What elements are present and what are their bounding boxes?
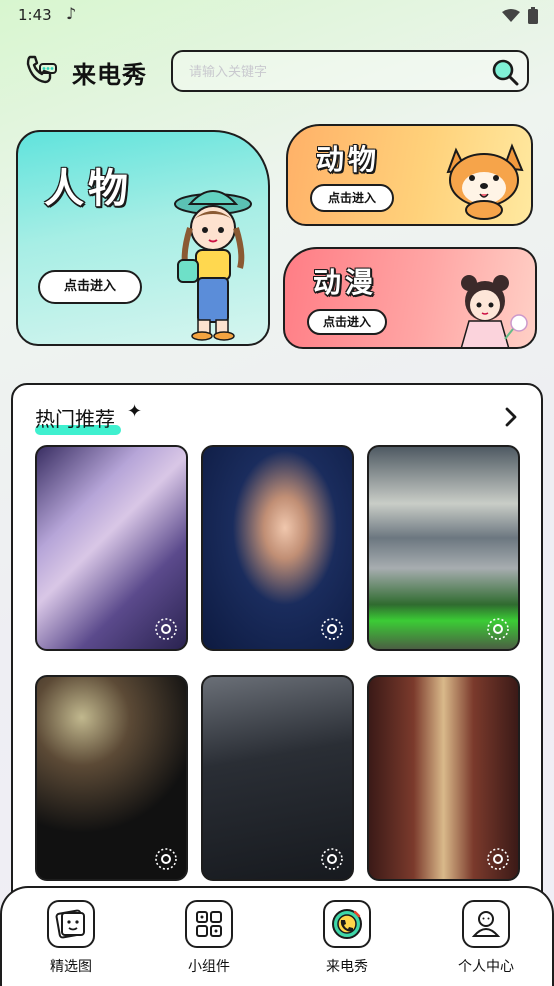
ringtone-thumbnail[interactable] [35, 445, 188, 651]
category-title: 动漫 [313, 266, 378, 299]
search-input[interactable] [189, 60, 479, 84]
battery-icon [528, 7, 538, 24]
chevron-right-icon[interactable] [499, 405, 523, 429]
live-wallpaper-icon [487, 848, 509, 870]
ringtone-thumbnail[interactable] [201, 675, 354, 881]
music-note-icon: ♪ [66, 4, 77, 23]
tab-picture[interactable]: 精选图 [21, 900, 121, 980]
ringtone-thumbnail[interactable] [367, 445, 520, 651]
hot-title-group: 热门推荐 ✦ [35, 401, 142, 437]
category-title: 人物 [44, 166, 132, 212]
live-wallpaper-icon [487, 618, 509, 640]
status-icons [502, 7, 538, 24]
picture-icon [47, 900, 95, 948]
category-card-renwu[interactable]: 人物 点击进入 [16, 130, 270, 346]
enter-button[interactable]: 点击进入 [38, 270, 142, 304]
anime-girl-illustration [460, 275, 528, 347]
hot-recommend-panel: 热门推荐 ✦ [11, 383, 543, 923]
status-bar: 1:43 ♪ [0, 0, 554, 32]
tab-label: 来电秀 [326, 959, 368, 975]
ringtone-thumbnail[interactable] [367, 675, 520, 881]
live-wallpaper-icon [321, 618, 343, 640]
hot-title: 热门推荐 [35, 407, 115, 431]
wifi-icon [502, 8, 520, 22]
tab-label: 小组件 [188, 959, 230, 975]
tab-phone-show[interactable]: 来电秀 [297, 900, 397, 980]
app-header: 来电秀 [0, 48, 554, 92]
phone-show-icon [323, 900, 371, 948]
dog-illustration [446, 143, 524, 220]
status-time: 1:43 [18, 6, 52, 24]
sparkle-icon: ✦ [127, 401, 143, 422]
live-wallpaper-icon [155, 618, 177, 640]
girl-illustration [174, 190, 252, 341]
widget-icon [185, 900, 233, 948]
app-title: 来电秀 [72, 61, 147, 89]
category-title: 动物 [316, 143, 381, 176]
enter-button[interactable]: 点击进入 [310, 184, 394, 212]
ringtone-thumbnail[interactable] [201, 445, 354, 651]
category-card-dongman[interactable]: 动漫 点击进入 [283, 247, 537, 349]
user-icon [462, 900, 510, 948]
ringtone-thumbnail[interactable] [35, 675, 188, 881]
search-icon[interactable] [491, 58, 519, 86]
tab-widget[interactable]: 小组件 [159, 900, 259, 980]
live-wallpaper-icon [321, 848, 343, 870]
tab-label: 精选图 [50, 959, 92, 975]
enter-button[interactable]: 点击进入 [307, 309, 387, 335]
tab-label: 个人中心 [458, 959, 514, 975]
bottom-tab-bar: 精选图 小组件 来电秀 个人中心 [0, 886, 554, 986]
tab-profile[interactable]: 个人中心 [436, 900, 536, 980]
category-card-dongwu[interactable]: 动物 点击进入 [286, 124, 533, 226]
search-box[interactable] [171, 50, 529, 92]
phone-logo-icon [26, 55, 57, 84]
live-wallpaper-icon [155, 848, 177, 870]
